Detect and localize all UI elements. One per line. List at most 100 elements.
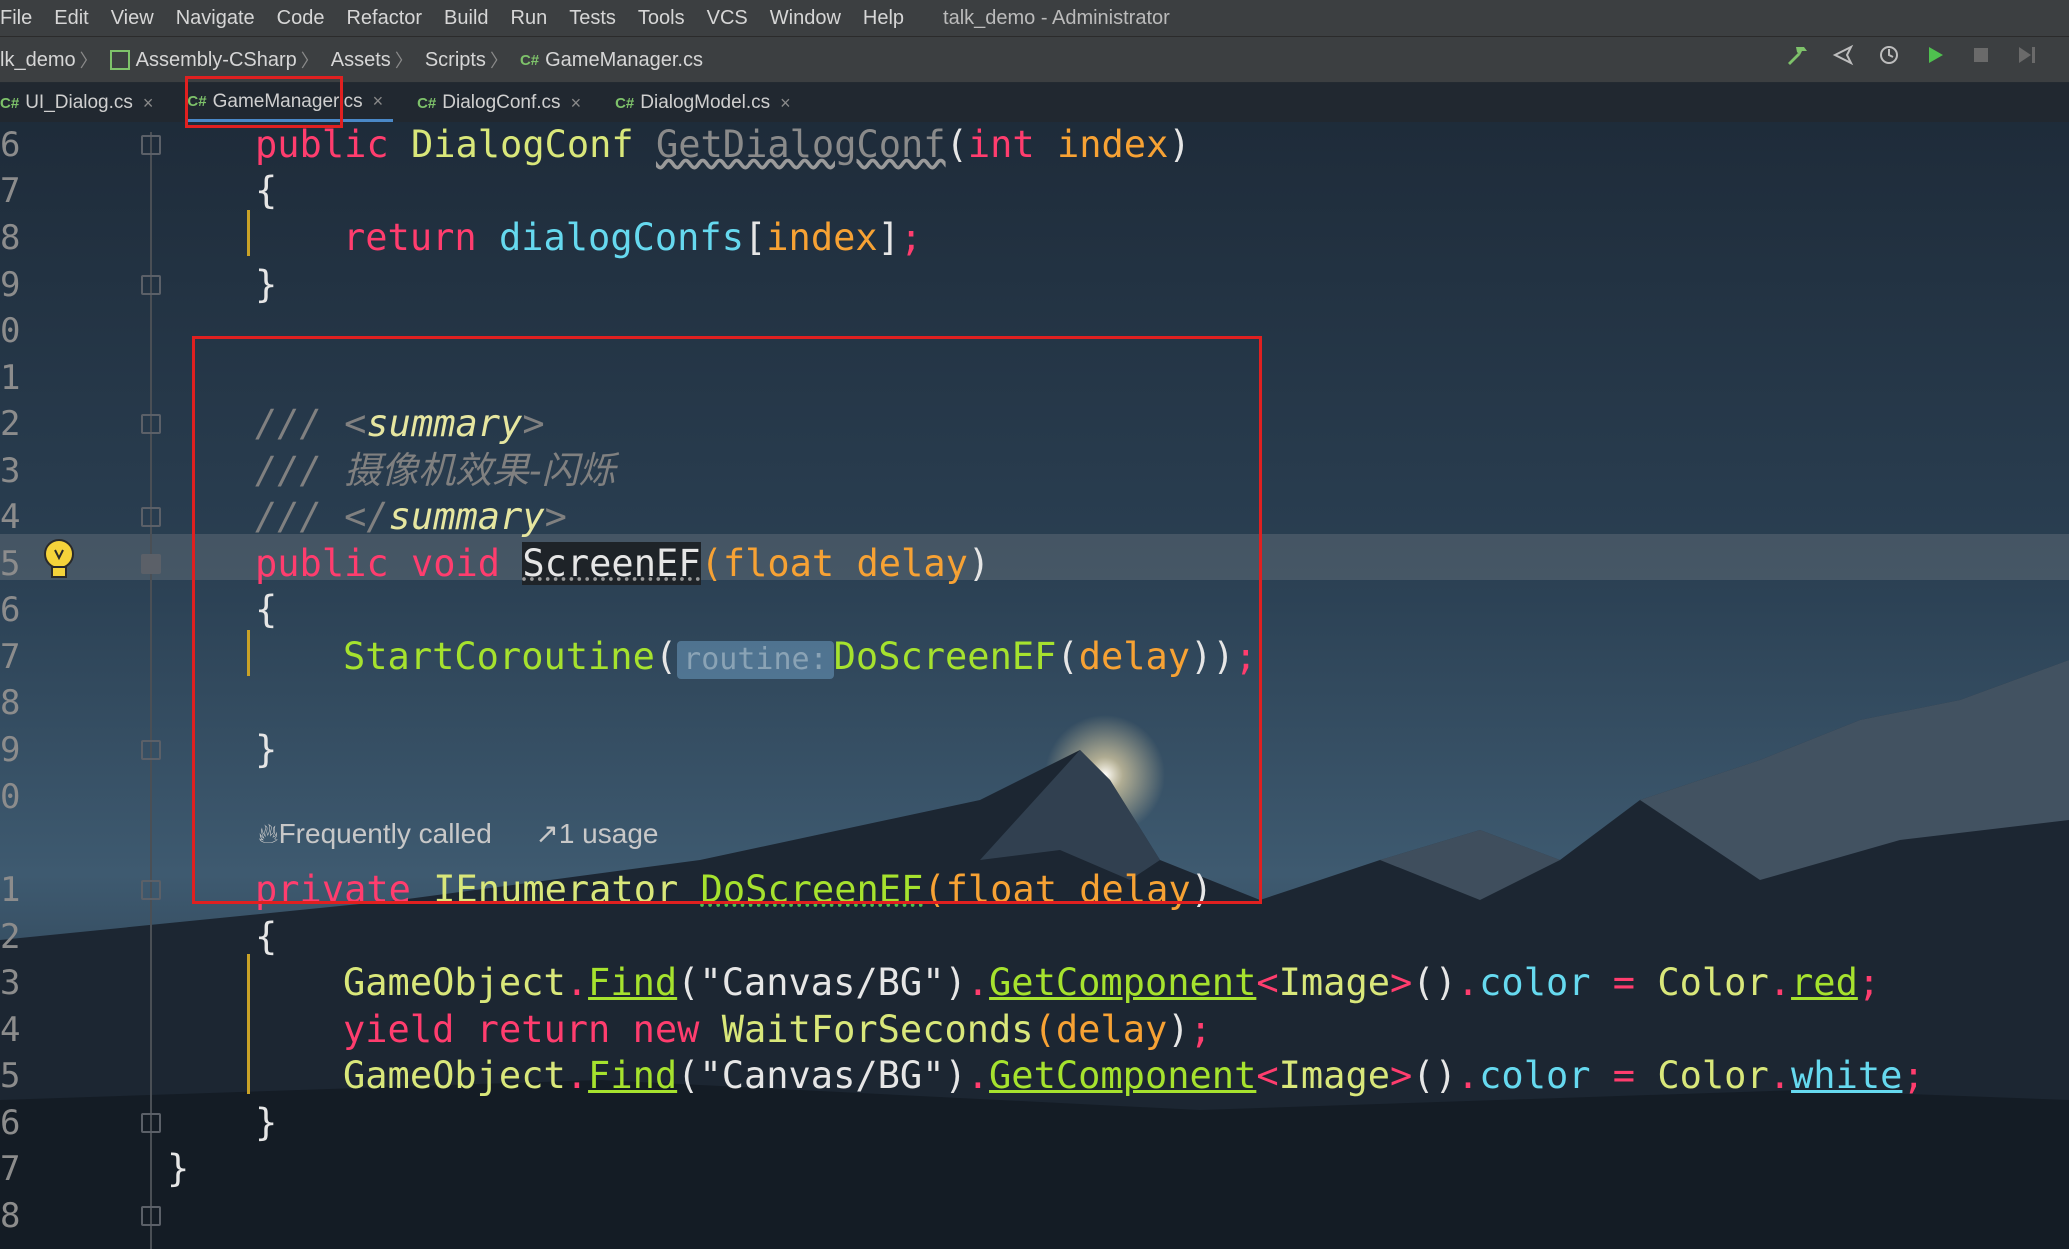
code-line: GameObject.Find("Canvas/BG").GetComponen…	[343, 1053, 1925, 1099]
dot: .	[1768, 1054, 1792, 1097]
dot: .	[966, 961, 990, 1004]
fold-marker-icon[interactable]	[141, 554, 161, 574]
menu-edit[interactable]: Edit	[43, 0, 99, 36]
line-number: 3	[0, 963, 21, 1003]
attach-icon[interactable]	[1877, 43, 1901, 67]
breadcrumb-file-label: GameManager.cs	[545, 48, 703, 71]
lightbulb-icon[interactable]	[42, 537, 76, 583]
menu-window[interactable]: Window	[759, 0, 852, 36]
paren: (	[945, 123, 968, 166]
tab-dialogconf[interactable]: C# DialogConf.cs ×	[417, 84, 591, 122]
bracket: ]	[877, 216, 900, 259]
keyword: int	[967, 123, 1035, 166]
csharp-file-icon: C#	[519, 51, 540, 69]
angle: <	[1256, 1054, 1279, 1097]
menu-code[interactable]: Code	[266, 0, 336, 36]
line-number: 2	[0, 404, 21, 444]
keyword: return	[343, 216, 477, 259]
menu-tools[interactable]: Tools	[627, 0, 696, 36]
semicolon: ;	[1189, 1008, 1212, 1051]
keyword: return	[476, 1008, 611, 1051]
chevron-right-icon: 〉	[489, 51, 508, 71]
menu-build[interactable]: Build	[433, 0, 499, 36]
menu-navigate[interactable]: Navigate	[165, 0, 266, 36]
debug-icon[interactable]	[1831, 43, 1855, 67]
breadcrumb-file[interactable]: C# GameManager.cs	[520, 49, 709, 72]
close-icon[interactable]: ×	[143, 93, 154, 114]
line-number: 2	[0, 917, 21, 957]
fold-marker-icon[interactable]	[141, 1206, 161, 1226]
close-icon[interactable]: ×	[571, 93, 582, 114]
breadcrumb-scripts[interactable]: Scripts 〉	[425, 47, 520, 73]
type: DialogConf	[410, 123, 634, 166]
line-number: 8	[0, 683, 21, 723]
line-number: 8	[0, 218, 21, 258]
tab-dialogmodel[interactable]: C# DialogModel.cs ×	[615, 84, 801, 122]
semicolon: ;	[1857, 961, 1881, 1004]
line-number: 0	[0, 777, 21, 817]
tab-label: DialogConf.cs	[442, 92, 561, 113]
menu-bar: File Edit View Navigate Code Refactor Bu…	[0, 0, 2069, 36]
fold-marker-icon[interactable]	[141, 740, 161, 760]
code-editor[interactable]: 6 7 8 9 0 1 2 3 4 5 6 7 8 9 0 1 2 3 4 5 …	[0, 122, 2069, 1249]
step-icon[interactable]	[2015, 43, 2039, 67]
line-number: 3	[0, 451, 21, 491]
csharp-file-icon: C#	[417, 94, 437, 112]
line-number: 1	[0, 870, 21, 910]
breadcrumb-project[interactable]: lk_demo 〉	[0, 47, 110, 73]
window-title: talk_demo - Administrator	[943, 6, 1170, 29]
code-line: GameObject.Find("Canvas/BG").GetComponen…	[343, 960, 1880, 1006]
code-line: public DialogConf GetDialogConf(int inde…	[255, 122, 1191, 168]
code-line: {	[255, 915, 278, 958]
line-number: 0	[0, 311, 21, 351]
line-number: 7	[0, 637, 21, 677]
close-icon[interactable]: ×	[780, 93, 791, 114]
dot: .	[565, 1054, 589, 1097]
bracket: [	[743, 216, 767, 259]
close-icon[interactable]: ×	[373, 91, 384, 112]
stop-icon[interactable]	[1969, 43, 1993, 67]
code-line: }	[167, 1147, 190, 1190]
menu-tests[interactable]: Tests	[558, 0, 627, 36]
hammer-icon[interactable]	[1785, 43, 1809, 67]
dot: .	[565, 961, 589, 1004]
keyword: yield	[343, 1008, 455, 1051]
parameter: index	[766, 216, 878, 259]
breadcrumb-assets[interactable]: Assets 〉	[331, 47, 425, 73]
parameter: delay	[1055, 1008, 1168, 1051]
run-icon[interactable]	[1923, 43, 1947, 67]
fold-marker-icon[interactable]	[141, 507, 161, 527]
fold-marker-icon[interactable]	[141, 1113, 161, 1133]
menu-help[interactable]: Help	[852, 0, 915, 36]
method-call: Find	[588, 1054, 678, 1097]
line-number: 6	[0, 1103, 21, 1143]
line-number: 7	[0, 1149, 21, 1189]
line-number: 8	[0, 1196, 21, 1236]
fold-marker-icon[interactable]	[141, 275, 161, 295]
tab-ui-dialog[interactable]: C# UI_Dialog.cs ×	[0, 84, 163, 122]
type: Image	[1278, 1054, 1391, 1097]
line-number: 9	[0, 265, 21, 305]
tab-label: DialogModel.cs	[640, 92, 771, 113]
operator: =	[1590, 961, 1658, 1004]
breadcrumb-assets-label: Assets	[330, 48, 391, 71]
type: GameObject	[343, 961, 566, 1004]
menu-file[interactable]: File	[0, 0, 43, 36]
menu-refactor[interactable]: Refactor	[335, 0, 433, 36]
fold-marker-icon[interactable]	[141, 414, 161, 434]
run-toolbar	[1785, 43, 2039, 67]
code-line: yield return new WaitForSeconds(delay);	[343, 1007, 1212, 1053]
dot: .	[1456, 961, 1480, 1004]
fold-marker-icon[interactable]	[141, 880, 161, 900]
line-number: 6	[0, 125, 21, 165]
fold-marker-icon[interactable]	[141, 135, 161, 155]
paren: ()	[1412, 1054, 1457, 1097]
breadcrumb-assembly[interactable]: Assembly-CSharp 〉	[109, 47, 331, 73]
type: Image	[1278, 961, 1391, 1004]
menu-run[interactable]: Run	[500, 0, 559, 36]
paren: ()	[1412, 961, 1457, 1004]
menu-vcs[interactable]: VCS	[696, 0, 759, 36]
keyword: public	[255, 123, 389, 166]
menu-view[interactable]: View	[100, 0, 165, 36]
dot: .	[1768, 961, 1792, 1004]
